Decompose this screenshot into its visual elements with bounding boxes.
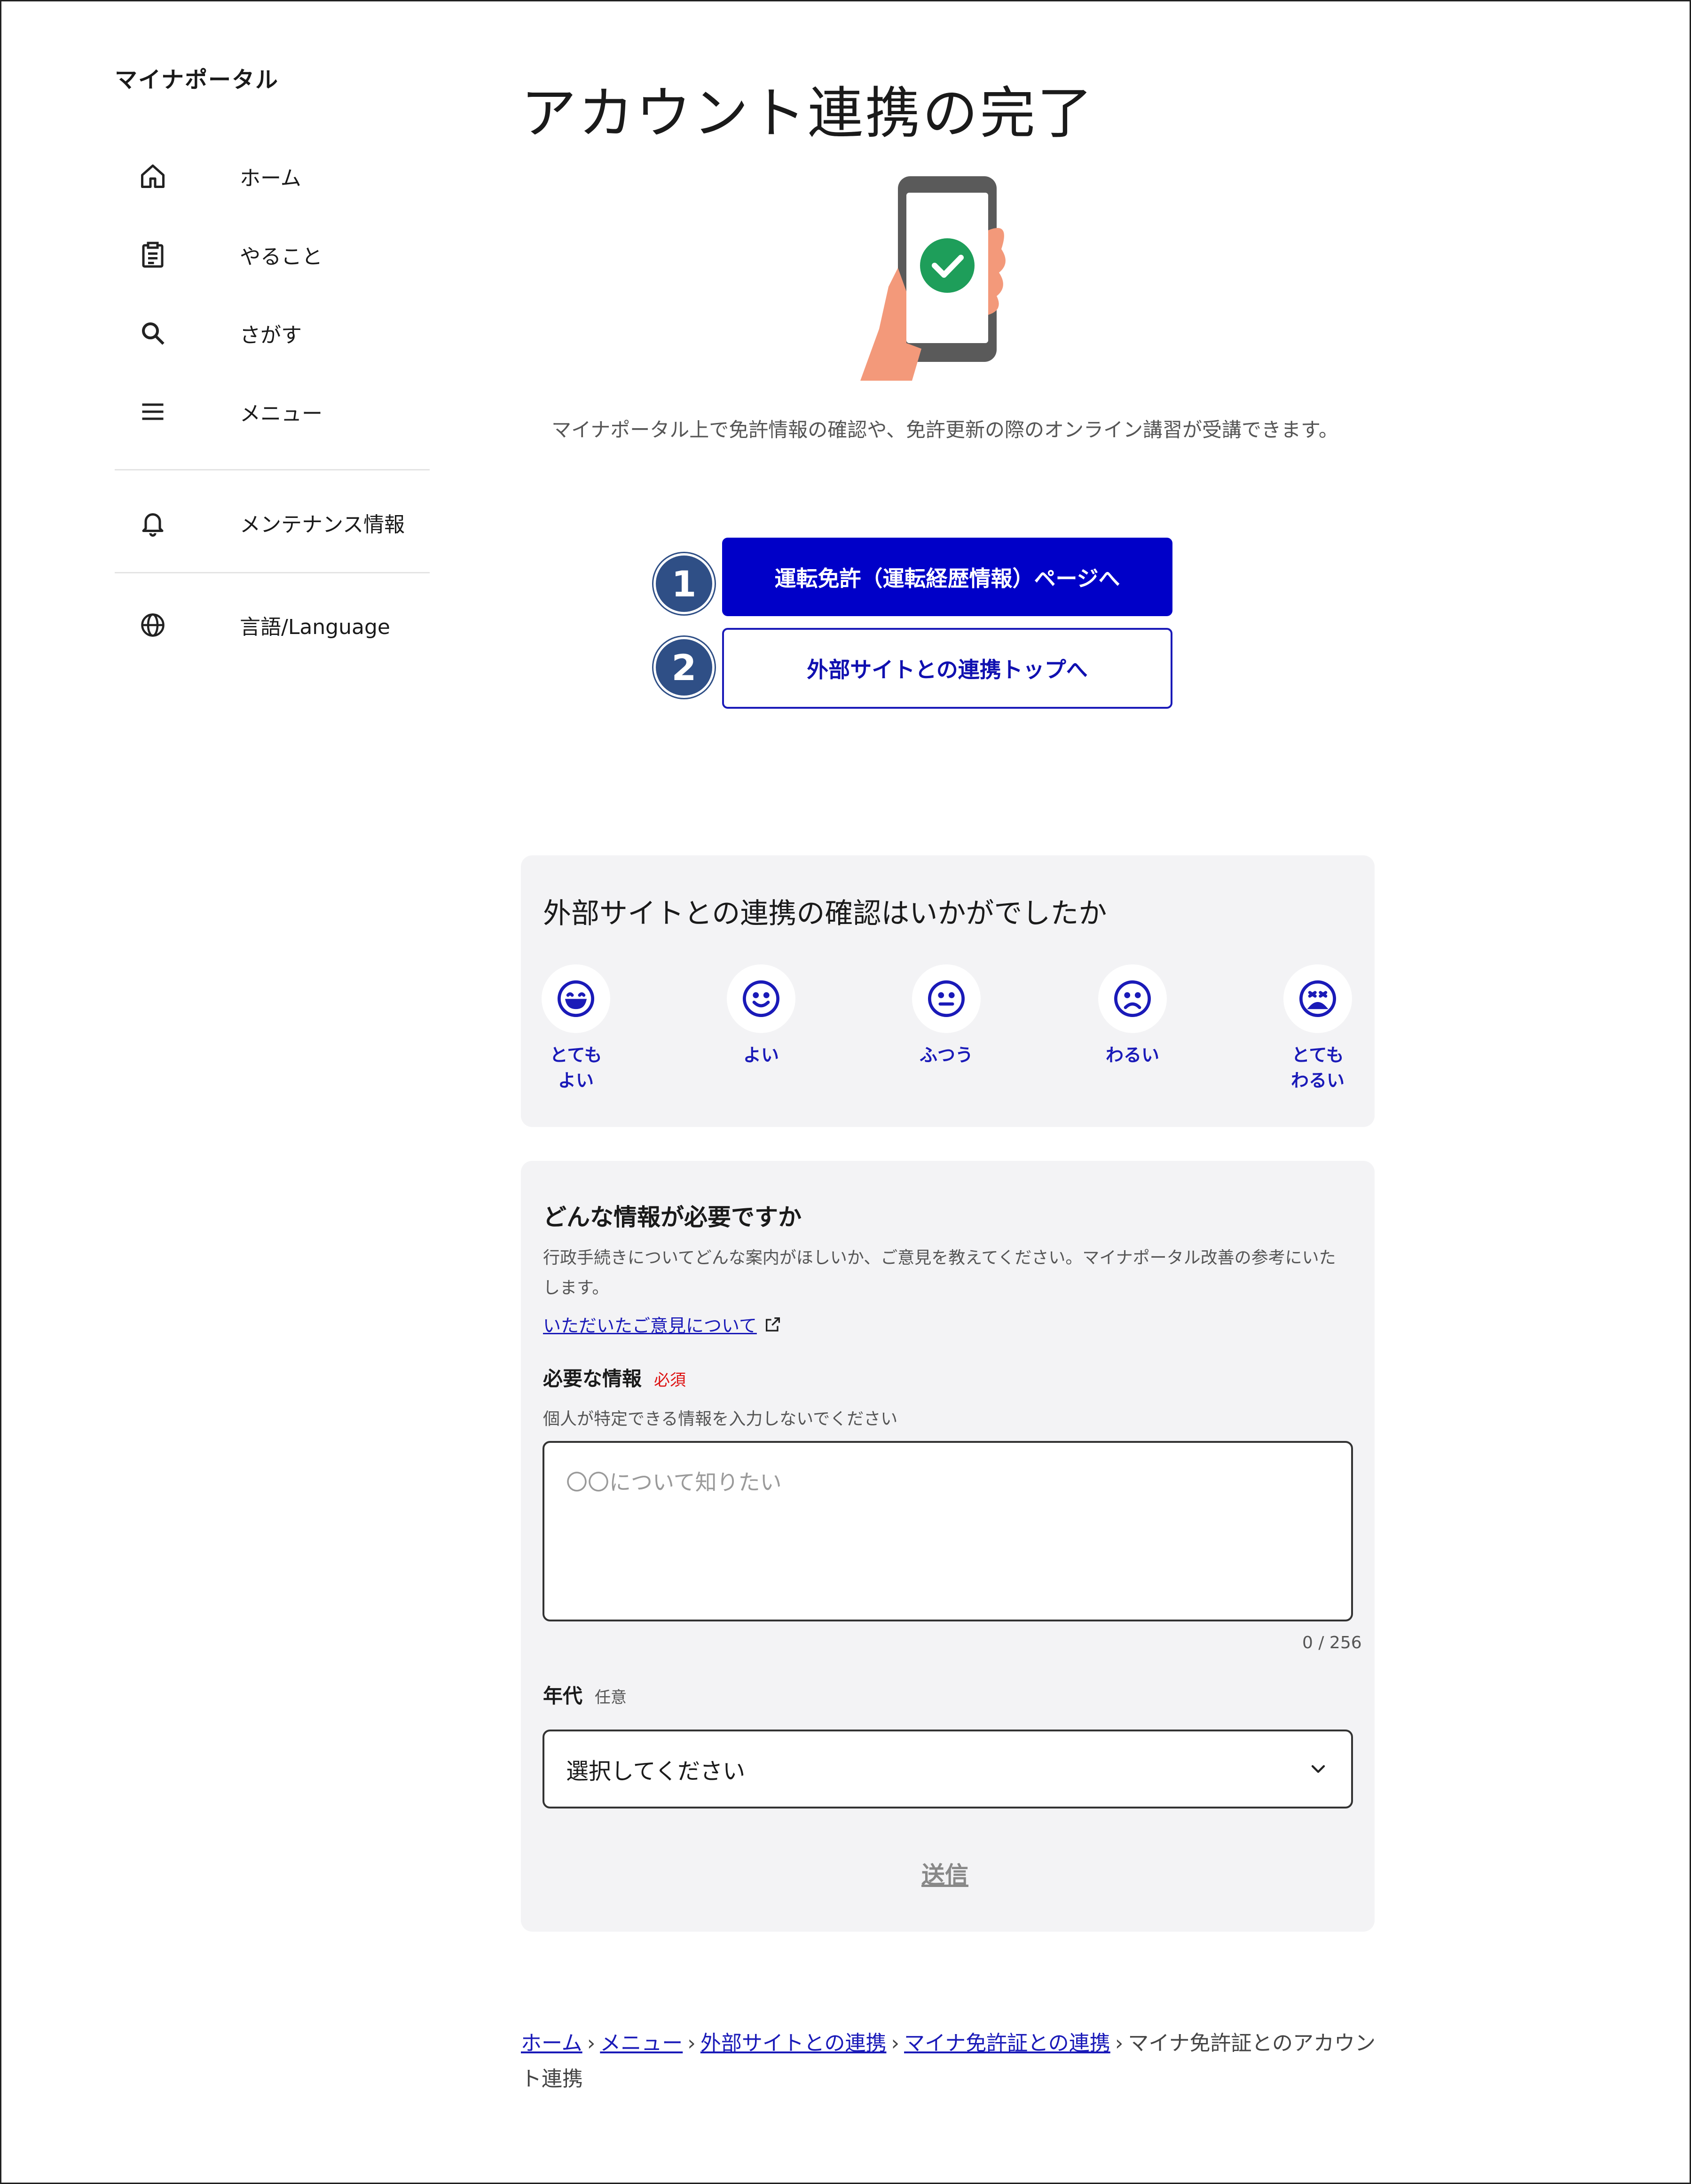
very-sad-face-icon[interactable] (1283, 964, 1352, 1033)
rating-label-good: よい (743, 1045, 779, 1065)
search-icon (136, 317, 169, 350)
step-badge-1: 1 (656, 556, 712, 612)
required-info-label: 必要な情報 必須 (543, 1363, 686, 1392)
breadcrumb-home[interactable]: ホーム (521, 2031, 582, 2055)
feedback-textarea[interactable]: 〇〇について知りたい (543, 1441, 1353, 1621)
rating-title: 外部サイトとの連携の確認はいかがでしたか (543, 897, 1107, 930)
sidebar-item-label: 言語/Language (240, 615, 390, 639)
age-label-text: 年代 (543, 1684, 583, 1707)
driver-license-page-button[interactable]: 運転免許（運転経歴情報）ページへ (722, 538, 1172, 616)
page-title: アカウント連携の完了 (521, 81, 1095, 146)
description-text: マイナポータル上で免許情報の確認や、免許更新の際のオンライン講習が受講できます。 (551, 418, 1338, 441)
sidebar-item-menu[interactable]: メニュー (136, 386, 442, 438)
step-badge-2: 2 (656, 639, 712, 696)
bell-icon (136, 506, 169, 539)
required-info-label-text: 必要な情報 (543, 1367, 642, 1390)
phone-check-icon (860, 174, 1020, 381)
menu-icon (136, 395, 169, 428)
rating-label-bad: わるい (1105, 1045, 1159, 1065)
rating-label-very-bad: とても わるい (1290, 1045, 1345, 1091)
age-select[interactable]: 選択してください (543, 1730, 1353, 1808)
breadcrumb-separator: › (587, 2031, 596, 2055)
required-tag: 必須 (654, 1371, 686, 1390)
sidebar-item-label: やること (240, 245, 322, 269)
sidebar-item-todo[interactable]: やること (136, 229, 442, 281)
age-select-value: 選択してください (566, 1758, 746, 1785)
breadcrumb-license-link[interactable]: マイナ免許証との連携 (904, 2031, 1110, 2055)
home-icon (136, 160, 169, 193)
external-link-icon (763, 1315, 782, 1334)
sidebar-item-label: メニュー (240, 402, 322, 426)
very-happy-face-icon[interactable] (542, 964, 610, 1033)
rating-label-neutral: ふつう (919, 1045, 973, 1065)
chevron-down-icon (1307, 1758, 1329, 1780)
feedback-title: どんな情報が必要ですか (543, 1204, 802, 1231)
happy-face-icon[interactable] (727, 964, 795, 1033)
sidebar-item-maintenance[interactable]: メンテナンス情報 (136, 497, 442, 548)
clipboard-icon (136, 238, 169, 271)
optional-tag: 任意 (595, 1688, 627, 1707)
char-counter: 0 / 256 (1302, 1633, 1362, 1652)
site-logo[interactable]: マイナポータル (115, 61, 279, 94)
sidebar-item-home[interactable]: ホーム (136, 150, 442, 202)
sidebar-divider (115, 572, 430, 573)
feedback-policy-link[interactable]: いただいたご意見について (543, 1311, 782, 1337)
sidebar-item-label: さがす (240, 323, 302, 347)
rating-label-very-good: とても よい (550, 1045, 602, 1091)
breadcrumb-separator: › (1115, 2031, 1124, 2055)
breadcrumb-separator: › (687, 2031, 696, 2055)
field-hint: 個人が特定できる情報を入力しないでください (543, 1409, 898, 1429)
sidebar-item-language[interactable]: 言語/Language (136, 599, 442, 651)
sidebar-divider (115, 469, 430, 470)
sidebar-item-label: メンテナンス情報 (240, 513, 405, 537)
globe-icon (136, 609, 169, 642)
breadcrumb: ホーム › メニュー › 外部サイトとの連携 › マイナ免許証との連携 › マイナ免許証とのアカ… (521, 2026, 1381, 2097)
external-link-top-button[interactable]: 外部サイトとの連携トップへ (722, 628, 1172, 709)
submit-button[interactable]: 送信 (921, 1856, 968, 1890)
breadcrumb-menu[interactable]: メニュー (600, 2031, 683, 2055)
breadcrumb-external-sites[interactable]: 外部サイトとの連携 (700, 2031, 887, 2055)
neutral-face-icon[interactable] (912, 964, 981, 1033)
feedback-policy-link-label: いただいたご意見について (543, 1315, 757, 1336)
breadcrumb-separator: › (891, 2031, 900, 2055)
sidebar-item-label: ホーム (240, 166, 301, 190)
feedback-description: 行政手続きについてどんな案内がほしいか、ご意見を教えてください。マイナポータル改… (543, 1248, 1336, 1298)
age-label: 年代 任意 (543, 1680, 627, 1709)
sad-face-icon[interactable] (1098, 964, 1167, 1033)
sidebar-item-search[interactable]: さがす (136, 307, 442, 359)
